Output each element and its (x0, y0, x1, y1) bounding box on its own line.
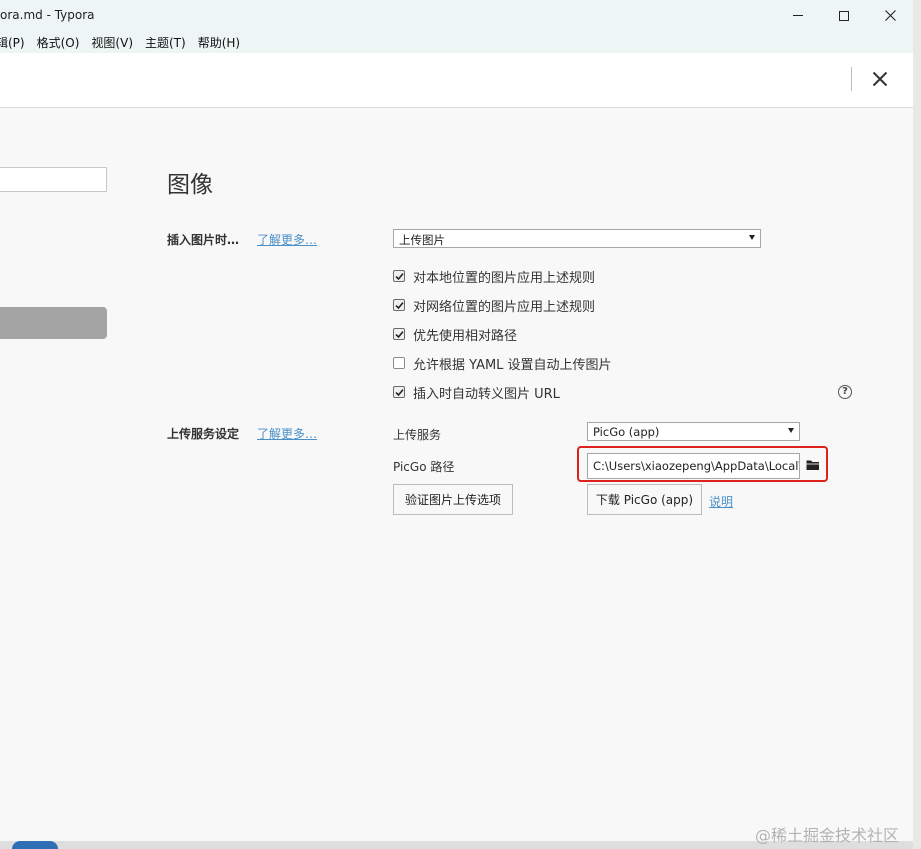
checkbox-label: 对本地位置的图片应用上述规则 (413, 270, 596, 286)
maximize-icon (839, 10, 849, 21)
insert-image-learn-more-link[interactable]: 了解更多… (257, 231, 317, 248)
menu-paragraph[interactable]: 辑(P) (0, 31, 31, 53)
prefer-relative-path-checkbox[interactable]: 优先使用相对路径 (393, 325, 518, 344)
upload-service-learn-more-link[interactable]: 了解更多… (257, 425, 317, 442)
checkbox-unchecked-icon (393, 357, 405, 369)
highlight-annotation (577, 446, 828, 482)
insert-image-label: 插入图片时… (167, 233, 240, 247)
insert-image-action-value: 上传图片 (399, 233, 445, 247)
checkbox-checked-icon (393, 386, 405, 398)
preferences-header (0, 53, 913, 108)
close-preferences-button[interactable] (866, 65, 894, 93)
insert-image-action-select[interactable]: 上传图片 (393, 229, 761, 248)
verify-upload-button[interactable]: 验证图片上传选项 (393, 484, 513, 515)
window-title: ora.md - Typora (0, 8, 95, 22)
preferences-search-input[interactable] (0, 167, 107, 192)
checkbox-checked-icon (393, 299, 405, 311)
checkbox-label: 对网络位置的图片应用上述规则 (413, 299, 596, 315)
upload-service-field-label: 上传服务 (393, 428, 442, 442)
menu-bar: 辑(P) 格式(O) 视图(V) 主题(T) 帮助(H) (0, 31, 913, 53)
instructions-link[interactable]: 说明 (709, 493, 733, 510)
menu-view[interactable]: 视图(V) (85, 31, 139, 53)
upload-service-label: 上传服务设定 (167, 427, 240, 441)
checkbox-label: 允许根据 YAML 设置自动上传图片 (413, 357, 612, 373)
watermark: @稀土掘金技术社区 (755, 826, 900, 845)
close-icon (884, 10, 896, 21)
close-icon (872, 71, 888, 87)
checkbox-checked-icon (393, 328, 405, 340)
menu-help[interactable]: 帮助(H) (192, 31, 246, 53)
minimize-icon (793, 15, 803, 16)
checkbox-label: 优先使用相对路径 (413, 328, 518, 344)
picgo-path-label: PicGo 路径 (393, 460, 455, 474)
chevron-down-icon (749, 235, 755, 240)
apply-local-images-checkbox[interactable]: 对本地位置的图片应用上述规则 (393, 267, 596, 286)
maximize-button[interactable] (821, 0, 867, 31)
upload-service-select[interactable]: PicGo (app) (587, 422, 800, 441)
menu-theme[interactable]: 主题(T) (139, 31, 192, 53)
upload-service-value: PicGo (app) (593, 425, 660, 439)
minimize-button[interactable] (775, 0, 821, 31)
title-bar: ora.md - Typora (0, 0, 913, 31)
avatar (12, 841, 58, 849)
window-close-button[interactable] (867, 0, 913, 31)
escape-image-url-checkbox[interactable]: 插入时自动转义图片 URL (393, 383, 560, 402)
yaml-auto-upload-checkbox[interactable]: 允许根据 YAML 设置自动上传图片 (393, 354, 612, 373)
checkbox-checked-icon (393, 270, 405, 282)
sidebar-item-image[interactable] (0, 307, 107, 339)
checkbox-label: 插入时自动转义图片 URL (413, 386, 560, 402)
chevron-down-icon (788, 428, 794, 433)
menu-format[interactable]: 格式(O) (31, 31, 86, 53)
help-icon[interactable]: ? (838, 385, 852, 399)
apply-network-images-checkbox[interactable]: 对网络位置的图片应用上述规则 (393, 296, 596, 315)
page-title: 图像 (167, 172, 213, 198)
download-picgo-button[interactable]: 下载 PicGo (app) (587, 484, 702, 515)
header-divider (851, 67, 852, 91)
window-edge (913, 0, 921, 849)
